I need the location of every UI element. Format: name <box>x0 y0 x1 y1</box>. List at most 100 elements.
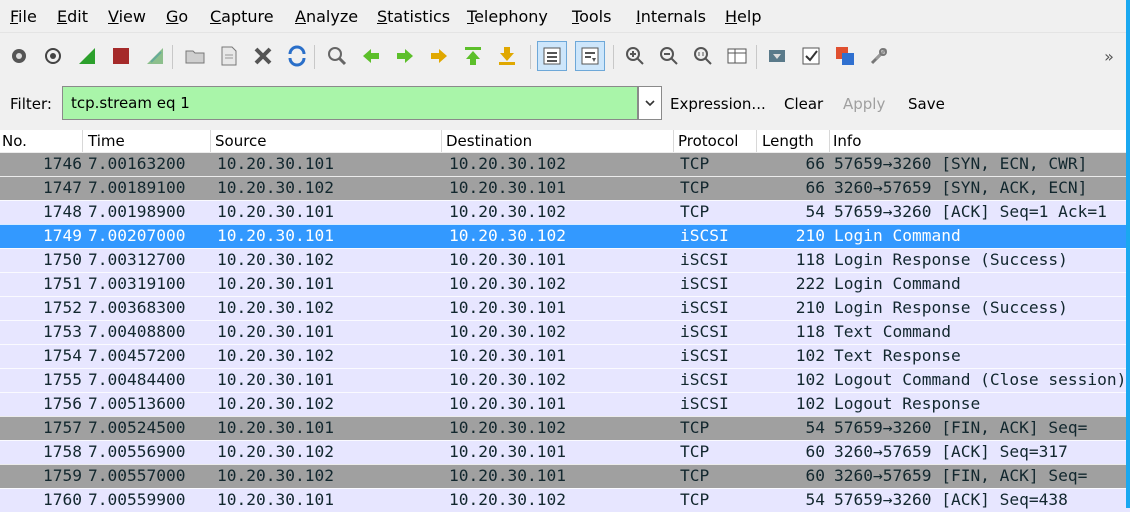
column-divider[interactable] <box>441 130 442 152</box>
packet-row[interactable]: 1756 7.00513600 10.20.30.102 10.20.30.101 iS… <box>0 392 1130 416</box>
packet-src: 10.20.30.101 <box>217 154 334 173</box>
column-divider[interactable] <box>210 130 211 152</box>
expression-button[interactable]: Expression... <box>670 95 766 113</box>
preferences-icon[interactable] <box>864 41 894 71</box>
menu-bar: File Edit View Go Capture Analyze Statistics Te… <box>0 0 1130 33</box>
reload-icon[interactable] <box>282 41 312 71</box>
packet-list-header: No. Time Source Destination Protocol Length In… <box>0 130 1130 153</box>
packet-time: 7.00559900 <box>88 490 186 509</box>
go-forward-icon[interactable] <box>390 41 420 71</box>
packet-src: 10.20.30.101 <box>217 490 334 509</box>
more-icon[interactable]: » <box>1094 41 1124 71</box>
go-first-packet-icon[interactable] <box>458 41 488 71</box>
menu-edit[interactable]: Edit <box>57 7 88 26</box>
stop-capture-icon[interactable] <box>106 41 136 71</box>
go-to-packet-icon[interactable] <box>424 41 454 71</box>
filter-dropdown-button[interactable] <box>638 86 662 120</box>
packet-dst: 10.20.30.102 <box>449 274 566 293</box>
packet-info: 57659→3260 [ACK] Seq=1 Ack=1 <box>834 202 1107 221</box>
packet-info: 3260→57659 [ACK] Seq=317 <box>834 442 1068 461</box>
packet-row[interactable]: 1760 7.00559900 10.20.30.101 10.20.30.102 TC… <box>0 488 1130 512</box>
packet-row[interactable]: 1758 7.00556900 10.20.30.102 10.20.30.101 TC… <box>0 440 1130 464</box>
packet-time: 7.00408800 <box>88 322 186 341</box>
menu-help[interactable]: Help <box>725 7 761 26</box>
packet-row[interactable]: 1751 7.00319100 10.20.30.101 10.20.30.102 iS… <box>0 272 1130 296</box>
packet-row[interactable]: 1759 7.00557000 10.20.30.102 10.20.30.101 TC… <box>0 464 1130 488</box>
packet-row[interactable]: 1755 7.00484400 10.20.30.101 10.20.30.102 iS… <box>0 368 1130 392</box>
zoom-in-icon[interactable] <box>620 41 650 71</box>
auto-scroll-icon[interactable] <box>575 41 605 71</box>
menu-go[interactable]: Go <box>166 7 188 26</box>
normal-size-icon[interactable] <box>688 41 718 71</box>
packet-len: 102 <box>795 394 825 413</box>
menu-tools[interactable]: Tools <box>572 7 611 26</box>
packet-row[interactable]: 1749 7.00207000 10.20.30.101 10.20.30.102 iS… <box>0 224 1130 248</box>
menu-telephony[interactable]: Telephony <box>467 7 548 26</box>
column-header-no[interactable]: No. <box>2 132 27 150</box>
colorize-icon[interactable] <box>537 41 567 71</box>
packet-row[interactable]: 1750 7.00312700 10.20.30.102 10.20.30.101 iS… <box>0 248 1130 272</box>
capture-filters-icon[interactable] <box>762 41 792 71</box>
open-file-icon[interactable] <box>180 41 210 71</box>
menu-view[interactable]: View <box>108 7 146 26</box>
capture-options-icon[interactable] <box>38 41 68 71</box>
column-header-time[interactable]: Time <box>88 132 125 150</box>
display-filters-icon[interactable] <box>796 41 826 71</box>
packet-no: 1753 <box>43 322 82 341</box>
find-packet-icon[interactable] <box>322 41 352 71</box>
packet-row[interactable]: 1746 7.00163200 10.20.30.101 10.20.30.102 TC… <box>0 152 1130 176</box>
column-header-length[interactable]: Length <box>762 132 814 150</box>
apply-button[interactable]: Apply <box>843 95 885 113</box>
packet-len: 54 <box>805 202 826 221</box>
window-edge <box>1126 0 1130 508</box>
column-header-protocol[interactable]: Protocol <box>678 132 738 150</box>
packet-no: 1751 <box>43 274 82 293</box>
start-capture-icon[interactable] <box>72 41 102 71</box>
coloring-rules-icon[interactable] <box>830 41 860 71</box>
packet-info: 3260→57659 [FIN, ACK] Seq= <box>834 466 1088 485</box>
packet-info: Login Response (Success) <box>834 250 1068 269</box>
menu-file[interactable]: File <box>10 7 37 26</box>
interface-list-icon[interactable] <box>4 41 34 71</box>
packet-proto: TCP <box>680 466 710 485</box>
menu-capture[interactable]: Capture <box>210 7 274 26</box>
packet-proto: TCP <box>680 154 710 173</box>
column-divider[interactable] <box>829 130 830 152</box>
resize-columns-icon[interactable] <box>722 41 752 71</box>
menu-analyze[interactable]: Analyze <box>295 7 358 26</box>
packet-proto: TCP <box>680 178 710 197</box>
menu-statistics[interactable]: Statistics <box>377 7 450 26</box>
packet-time: 7.00457200 <box>88 346 186 365</box>
packet-row[interactable]: 1754 7.00457200 10.20.30.102 10.20.30.101 iS… <box>0 344 1130 368</box>
packet-row[interactable]: 1752 7.00368300 10.20.30.102 10.20.30.101 iS… <box>0 296 1130 320</box>
close-file-icon[interactable] <box>248 41 278 71</box>
zoom-out-icon[interactable] <box>654 41 684 71</box>
main-toolbar: » <box>0 33 1130 83</box>
menu-internals[interactable]: Internals <box>636 7 706 26</box>
packet-len: 118 <box>795 250 825 269</box>
clear-button[interactable]: Clear <box>784 95 823 113</box>
packet-row[interactable]: 1757 7.00524500 10.20.30.101 10.20.30.102 TC… <box>0 416 1130 440</box>
toolbar-separator <box>172 45 173 69</box>
restart-capture-icon[interactable] <box>140 41 170 71</box>
filter-input[interactable]: tcp.stream eq 1 <box>62 86 638 120</box>
column-header-source[interactable]: Source <box>215 132 267 150</box>
packet-dst: 10.20.30.101 <box>449 178 566 197</box>
column-divider[interactable] <box>82 130 83 152</box>
packet-row[interactable]: 1748 7.00198900 10.20.30.101 10.20.30.102 TC… <box>0 200 1130 224</box>
column-header-info[interactable]: Info <box>833 132 861 150</box>
save-file-icon[interactable] <box>214 41 244 71</box>
packet-time: 7.00484400 <box>88 370 186 389</box>
save-filter-button[interactable]: Save <box>908 95 945 113</box>
packet-time: 7.00319100 <box>88 274 186 293</box>
column-divider[interactable] <box>673 130 674 152</box>
packet-info: 3260→57659 [SYN, ACK, ECN] <box>834 178 1088 197</box>
packet-row[interactable]: 1747 7.00189100 10.20.30.102 10.20.30.101 TC… <box>0 176 1130 200</box>
go-last-packet-icon[interactable] <box>492 41 522 71</box>
packet-time: 7.00513600 <box>88 394 186 413</box>
packet-row[interactable]: 1753 7.00408800 10.20.30.101 10.20.30.102 iS… <box>0 320 1130 344</box>
column-divider[interactable] <box>756 130 757 152</box>
column-header-destination[interactable]: Destination <box>446 132 532 150</box>
packet-len: 222 <box>795 274 825 293</box>
go-back-icon[interactable] <box>356 41 386 71</box>
